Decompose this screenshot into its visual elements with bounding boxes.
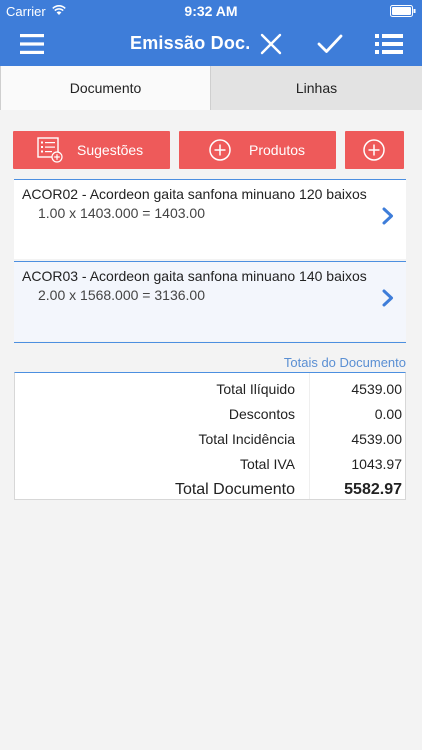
totals-value: 4539.00 [351, 431, 402, 447]
totals-label: Total Incidência [198, 431, 295, 447]
totals-row-grand-total: Total Documento 5582.97 [15, 481, 407, 505]
produtos-label: Produtos [249, 142, 306, 158]
totals-label: Total Documento [174, 481, 295, 498]
totals-value: 4539.00 [351, 381, 402, 397]
totals-value: 0.00 [374, 406, 402, 422]
line-calculation: 2.00 x 1568.000 = 3136.00 [38, 287, 205, 303]
tab-bar: Documento Linhas [0, 66, 422, 110]
battery-icon [390, 5, 416, 17]
totals-label: Total IVA [240, 456, 295, 472]
chevron-right-icon [382, 289, 393, 307]
status-bar: Carrier 9:32 AM [0, 0, 422, 22]
sugestoes-button[interactable]: Sugestões [13, 131, 170, 169]
totals-row: Total Ilíquido 4539.00 [15, 381, 407, 405]
totals-row: Total Incidência 4539.00 [15, 431, 407, 455]
produtos-button[interactable]: Produtos [179, 131, 336, 169]
totals-header: Totais do Documento [283, 355, 406, 370]
navigation-bar: Emissão Doc. [0, 22, 422, 66]
add-line-button[interactable] [345, 131, 404, 169]
plus-circle-icon [363, 139, 385, 161]
line-description: ACOR03 - Acordeon gaita sanfona minuano … [22, 268, 367, 284]
totals-value: 5582.97 [344, 481, 402, 498]
totals-label: Total Ilíquido [216, 381, 295, 397]
chevron-right-icon [382, 207, 393, 225]
totals-row: Total IVA 1043.97 [15, 456, 407, 480]
plus-circle-icon [209, 139, 231, 161]
totals-panel: Total Ilíquido 4539.00 Descontos 0.00 To… [14, 372, 406, 500]
checkmark-icon[interactable] [316, 31, 344, 57]
totals-label: Descontos [228, 406, 295, 422]
hamburger-menu-icon[interactable] [18, 32, 46, 56]
list-item[interactable]: ACOR03 - Acordeon gaita sanfona minuano … [14, 261, 406, 341]
list-icon[interactable] [374, 32, 404, 56]
tab-linhas[interactable]: Linhas [211, 66, 422, 110]
page-title: Emissão Doc. [130, 33, 251, 53]
list-divider [14, 342, 406, 343]
clock-time: 9:32 AM [184, 3, 238, 19]
line-description: ACOR02 - Acordeon gaita sanfona minuano … [22, 186, 367, 202]
list-item[interactable]: ACOR02 - Acordeon gaita sanfona minuano … [14, 179, 406, 259]
line-calculation: 1.00 x 1403.000 = 1403.00 [38, 205, 205, 221]
totals-row: Descontos 0.00 [15, 406, 407, 430]
totals-value: 1043.97 [351, 456, 402, 472]
suggestions-list-icon [37, 137, 63, 163]
tab-documento[interactable]: Documento [0, 66, 211, 110]
sugestoes-label: Sugestões [77, 142, 144, 158]
close-icon[interactable] [258, 31, 284, 57]
